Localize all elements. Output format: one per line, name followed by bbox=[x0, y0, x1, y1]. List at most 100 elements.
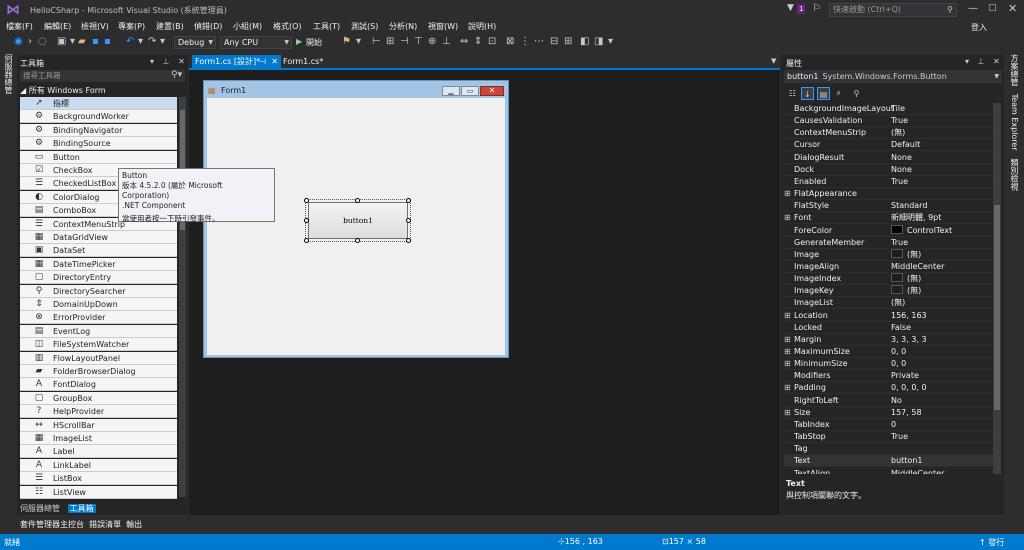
property-value-cell[interactable]: 3, 3, 3, 3 bbox=[891, 334, 927, 346]
toolbox-item-directoryentry[interactable]: ▢ DirectoryEntry bbox=[20, 271, 177, 285]
solution-explorer-side-tab[interactable]: 方案總管 bbox=[1010, 54, 1019, 86]
property-row-causesvalidation[interactable]: CausesValidation True bbox=[784, 115, 993, 128]
property-value-cell[interactable]: None bbox=[891, 152, 912, 164]
property-value-cell[interactable]: None bbox=[891, 164, 912, 176]
make-same-width-icon[interactable]: ⇔ bbox=[460, 36, 468, 48]
layout-align-top-icon[interactable]: ⊤ bbox=[414, 36, 423, 48]
property-row-contextmenustrip[interactable]: ContextMenuStrip (無) bbox=[784, 127, 993, 140]
menu-item-11[interactable]: 視窗(W) bbox=[428, 21, 458, 32]
toolbox-search-input[interactable]: 搜尋工具箱 bbox=[20, 70, 185, 82]
toolbox-item-datetimepicker[interactable]: ▦ DateTimePicker bbox=[20, 257, 177, 271]
resize-handle-ne[interactable] bbox=[406, 198, 411, 203]
feedback-icon[interactable]: ⚐ bbox=[812, 3, 821, 14]
properties-scrollbar-thumb[interactable] bbox=[994, 205, 1000, 410]
property-row-font[interactable]: ⊞ Font 新細明體, 9pt bbox=[784, 212, 993, 225]
menu-item-3[interactable]: 專案(P) bbox=[118, 21, 145, 32]
menu-item-2[interactable]: 檢視(V) bbox=[81, 21, 109, 32]
forward-icon[interactable]: › bbox=[28, 36, 32, 48]
resize-handle-nw[interactable] bbox=[304, 198, 309, 203]
tab-output[interactable]: 輸出 bbox=[126, 520, 142, 529]
property-value-cell[interactable]: Default bbox=[891, 139, 920, 151]
notification-flag-icon[interactable]: ▼ bbox=[787, 3, 794, 13]
center-horizontally-icon[interactable]: ⊟ bbox=[550, 36, 558, 48]
tab-form1-code[interactable]: Form1.cs* bbox=[283, 57, 323, 66]
property-row-text[interactable]: Text button1 bbox=[784, 455, 993, 468]
redo-dropdown-icon[interactable]: ▾ bbox=[160, 36, 165, 48]
expand-icon[interactable]: ⊞ bbox=[784, 346, 792, 358]
layout-align-right-icon[interactable]: ⊣ bbox=[400, 36, 409, 48]
menu-item-0[interactable]: 檔案(F) bbox=[6, 21, 33, 32]
property-row-dock[interactable]: Dock None bbox=[784, 164, 993, 176]
close-icon[interactable]: ✕ bbox=[271, 55, 278, 68]
property-row-minimumsize[interactable]: ⊞ MinimumSize 0, 0 bbox=[784, 358, 993, 371]
make-same-size-icon[interactable]: ⊡ bbox=[488, 36, 496, 48]
property-value-cell[interactable]: 156, 163 bbox=[891, 310, 927, 322]
configuration-select[interactable]: Debug ▼ bbox=[174, 36, 216, 49]
expand-icon[interactable]: ⊞ bbox=[784, 382, 792, 394]
property-row-flatstyle[interactable]: FlatStyle Standard bbox=[784, 200, 993, 213]
center-vertically-icon[interactable]: ⊞ bbox=[564, 36, 572, 48]
property-row-tabindex[interactable]: TabIndex 0 bbox=[784, 419, 993, 431]
expand-icon[interactable]: ⊞ bbox=[784, 334, 792, 346]
property-value-cell[interactable]: 新細明體, 9pt bbox=[891, 212, 941, 224]
toolbox-window-controls[interactable]: ▾ ⊥ ✕ bbox=[150, 57, 188, 66]
property-row-locked[interactable]: Locked False bbox=[784, 322, 993, 334]
dropdown-arrow-icon[interactable]: ▾ bbox=[70, 36, 75, 48]
minimize-window-button[interactable]: — bbox=[968, 3, 978, 14]
platform-select[interactable]: Any CPU ▼ bbox=[220, 36, 292, 49]
property-row-dialogresult[interactable]: DialogResult None bbox=[784, 152, 993, 164]
tab-package-manager-console[interactable]: 套件管理器主控台 bbox=[20, 520, 84, 529]
menu-item-5[interactable]: 偵錯(D) bbox=[194, 21, 222, 32]
property-value-cell[interactable]: True bbox=[891, 115, 908, 127]
property-value-cell[interactable]: (無) bbox=[891, 127, 905, 139]
property-pages-icon[interactable]: ⚲ bbox=[850, 87, 863, 100]
property-row-imageindex[interactable]: ImageIndex (無) bbox=[784, 273, 993, 286]
property-row-textalign[interactable]: TextAlign MiddleCenter bbox=[784, 468, 993, 475]
save-icon[interactable]: ▪ bbox=[92, 36, 99, 48]
expand-icon[interactable]: ⊞ bbox=[784, 358, 792, 370]
properties-window-controls[interactable]: ▾ ⊥ ✕ bbox=[965, 57, 1003, 66]
property-value-cell[interactable]: 0, 0 bbox=[891, 346, 906, 358]
start-debug-icon[interactable]: ▶ bbox=[296, 37, 302, 46]
property-row-size[interactable]: ⊞ Size 157, 58 bbox=[784, 407, 993, 419]
undo-dropdown-icon[interactable]: ▾ bbox=[138, 36, 143, 48]
property-value-cell[interactable]: (無) bbox=[891, 285, 921, 297]
property-value-cell[interactable]: ControlText bbox=[891, 224, 952, 237]
toolbox-item-flowlayoutpanel[interactable]: ▥ FlowLayoutPanel bbox=[20, 351, 177, 365]
property-row-margin[interactable]: ⊞ Margin 3, 3, 3, 3 bbox=[784, 334, 993, 346]
property-value-cell[interactable]: False bbox=[891, 322, 911, 334]
toolbar-overflow-icon[interactable]: ▾ bbox=[608, 36, 613, 48]
menu-item-6[interactable]: 小組(M) bbox=[233, 21, 262, 32]
horizontal-spacing-icon[interactable]: ⋮ bbox=[520, 36, 530, 48]
property-value-cell[interactable]: True bbox=[891, 237, 908, 249]
properties-object-select[interactable]: button1 System.Windows.Forms.Button ▼ bbox=[784, 70, 1002, 83]
property-value-cell[interactable]: Standard bbox=[891, 200, 927, 212]
property-row-flatappearance[interactable]: ⊞ FlatAppearance bbox=[784, 188, 993, 201]
property-value-cell[interactable]: 0 bbox=[891, 419, 896, 431]
menu-item-8[interactable]: 工具(T) bbox=[313, 21, 340, 32]
search-icon[interactable]: ⚲▾ bbox=[171, 70, 182, 80]
expand-icon[interactable]: ⊞ bbox=[784, 212, 792, 224]
property-row-image[interactable]: Image (無) bbox=[784, 248, 993, 261]
resize-handle-sw[interactable] bbox=[304, 238, 309, 243]
property-value-cell[interactable]: 0, 0, 0, 0 bbox=[891, 382, 927, 394]
resize-handle-n[interactable] bbox=[355, 198, 360, 203]
tab-error-list[interactable]: 錯誤清單 bbox=[89, 520, 121, 529]
toolbox-item-errorprovider[interactable]: ⊗ ErrorProvider bbox=[20, 311, 177, 325]
property-value-cell[interactable]: (無) bbox=[891, 297, 905, 309]
forward-circle-icon[interactable]: ◌ bbox=[38, 36, 47, 48]
property-value-cell[interactable]: True bbox=[891, 176, 908, 188]
tab-list-dropdown-icon[interactable]: ▼ bbox=[771, 57, 776, 65]
menu-item-1[interactable]: 編輯(E) bbox=[44, 21, 71, 32]
toolbox-item-datagridview[interactable]: ▦ DataGridView bbox=[20, 231, 177, 244]
property-row-imagealign[interactable]: ImageAlign MiddleCenter bbox=[784, 261, 993, 273]
undo-icon[interactable]: ↶ bbox=[126, 36, 134, 48]
toolbox-item-folderbrowserdialog[interactable]: ▰ FolderBrowserDialog bbox=[20, 365, 177, 378]
redo-icon[interactable]: ↷ bbox=[148, 36, 156, 48]
toolbox-item-bindingsource[interactable]: ⚙ BindingSource bbox=[20, 137, 177, 151]
menu-item-9[interactable]: 測試(S) bbox=[351, 21, 378, 32]
events-icon[interactable]: ⚡ bbox=[832, 87, 845, 100]
server-explorer-side-tab[interactable]: 伺服器總管 bbox=[2, 54, 14, 94]
tab-form1-design[interactable]: Form1.cs [設計]* ⊣ ✕ bbox=[192, 55, 281, 68]
toolbox-item-backgroundworker[interactable]: ⚙ BackgroundWorker bbox=[20, 110, 177, 124]
